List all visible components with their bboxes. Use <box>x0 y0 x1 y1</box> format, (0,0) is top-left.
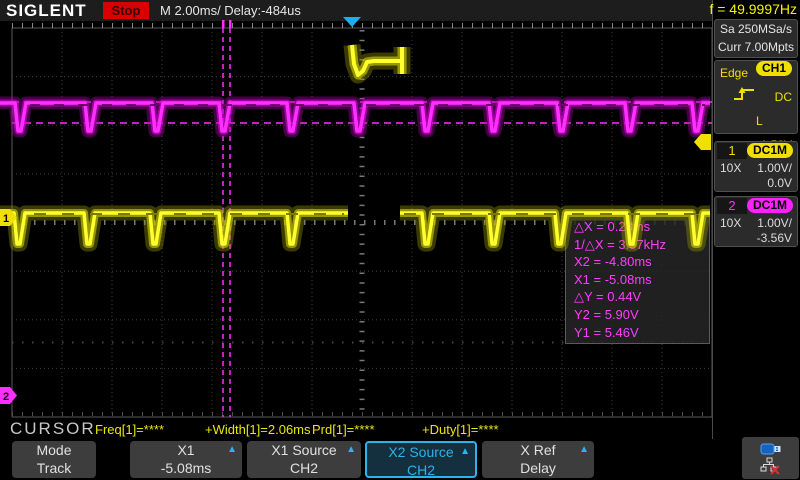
frequency-counter: f = 49.9997Hz <box>709 1 797 17</box>
ch1-coupling-badge: DC1M <box>747 143 793 158</box>
oscilloscope-screen: △X = 0.28ms 1/△X = 3.57kHz X2 = -4.80ms … <box>0 0 800 480</box>
up-arrow-icon: ▲ <box>460 446 470 457</box>
lan-disconnected-icon <box>759 457 783 475</box>
trigger-source-badge: CH1 <box>756 61 792 76</box>
channel2-panel[interactable]: 2 DC1M 10X 1.00V/ -3.56V <box>714 196 798 247</box>
menu-button-top-label: Mode <box>12 441 96 459</box>
meas-period: Prd[1]=**** <box>312 422 375 437</box>
up-arrow-icon: ▲ <box>346 444 356 455</box>
ch2-probe: 10X <box>720 216 741 231</box>
rising-edge-icon <box>720 85 756 111</box>
status-icons-box <box>742 437 799 479</box>
trigger-position-marker[interactable] <box>343 17 361 27</box>
ch2-scale: 1.00V/ <box>757 216 792 231</box>
menu-button-bottom-label: CH2 <box>247 459 361 477</box>
acquire-panel: Sa 250MSa/s Curr 7.00Mpts <box>714 19 798 58</box>
ch1-offset: 0.0V <box>720 176 792 191</box>
menu-button-mode[interactable]: Mode Track <box>12 441 96 478</box>
menu-button-bottom-label: Delay <box>482 459 594 477</box>
trigger-level-label: L <box>756 109 763 133</box>
up-arrow-icon: ▲ <box>227 444 237 455</box>
meas-pduty: +Duty[1]=**** <box>422 422 499 437</box>
trigger-coupling: DC <box>775 85 792 109</box>
x2-cursor-top-tick <box>229 20 232 28</box>
ch2-coupling-badge: DC1M <box>747 198 793 213</box>
cursor-mode-label: CURSOR <box>10 419 96 439</box>
menu-button-x1[interactable]: ▲ X1 -5.08ms <box>130 441 242 478</box>
menu-button-x1-source[interactable]: ▲ X1 Source CH2 <box>247 441 361 478</box>
sidebar: Sa 250MSa/s Curr 7.00Mpts Edge CH1 DC L … <box>712 0 800 480</box>
memory-depth: Curr 7.00Mpts <box>715 38 797 56</box>
menu-button-bottom-label: -5.08ms <box>130 459 242 477</box>
meas-freq: Freq[1]=**** <box>95 422 164 437</box>
menu-button-bottom-label: Track <box>12 459 96 477</box>
ch1-number: 1 <box>717 143 747 159</box>
softkey-menu: Mode Track ▲ X1 -5.08ms ▲ X1 Source CH2 … <box>0 439 800 480</box>
ch2-ground-label: 2 <box>3 391 9 403</box>
channel1-panel[interactable]: 1 DC1M 10X 1.00V/ 0.0V <box>714 141 798 192</box>
menu-button-top-label: X1 Source <box>247 441 361 459</box>
ch1-scale: 1.00V/ <box>757 161 792 176</box>
menu-button-top-label: X1 <box>130 441 242 459</box>
waveform-layer: 12 <box>0 0 800 480</box>
menu-button-bottom-label: CH2 <box>367 461 475 479</box>
menu-button-top-label: X2 Source <box>367 443 475 461</box>
up-arrow-icon: ▲ <box>579 444 589 455</box>
ch1-probe: 10X <box>720 161 741 176</box>
menu-button-x-ref[interactable]: ▲ X Ref Delay <box>482 441 594 478</box>
sample-rate: Sa 250MSa/s <box>715 20 797 38</box>
measurement-bar: CURSOR Freq[1]=**** +Width[1]=2.06ms Prd… <box>0 417 712 440</box>
trigger-type: Edge <box>720 61 748 85</box>
x1-cursor-top-tick <box>222 20 225 28</box>
trigger-panel: Edge CH1 DC L 1.58V <box>714 60 798 134</box>
ch2-offset: -3.56V <box>720 231 792 246</box>
usb-icon <box>760 442 782 456</box>
menu-button-top-label: X Ref <box>482 441 594 459</box>
menu-button-x2-source[interactable]: ▲ X2 Source CH2 <box>365 441 477 478</box>
meas-pwidth: +Width[1]=2.06ms <box>205 422 311 437</box>
ch2-number: 2 <box>717 198 747 214</box>
ch1-ground-label: 1 <box>3 213 9 225</box>
